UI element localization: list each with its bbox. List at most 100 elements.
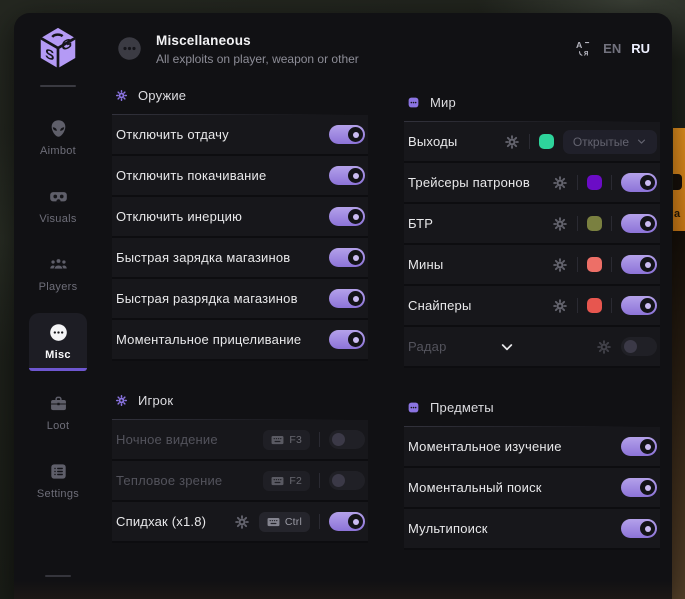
sidebar-item-loot[interactable]: Loot (29, 384, 87, 439)
sidebar-item-misc[interactable]: Misc (29, 313, 87, 371)
feature-row: Тепловое зрениеF2 (112, 461, 368, 502)
toggle-switch[interactable] (329, 471, 365, 490)
toggle-knob (640, 175, 655, 190)
ellipsis-icon (116, 35, 143, 62)
feature-row: Отключить инерцию (112, 197, 368, 238)
row-controls (329, 207, 365, 226)
section: ОружиеОтключить отдачуОтключить покачива… (112, 82, 368, 361)
row-label: Моментальное изучение (408, 439, 562, 454)
lang-en[interactable]: EN (603, 41, 621, 56)
toggle-switch[interactable] (329, 512, 365, 531)
page-header: Miscellaneous All exploits on player, we… (102, 13, 672, 66)
row-controls (552, 255, 657, 274)
toggle-switch[interactable] (621, 519, 657, 538)
sg-cube-logo: S G (35, 25, 81, 73)
hotkey-badge[interactable]: Ctrl (259, 512, 310, 532)
control-separator (577, 175, 578, 190)
toggle-knob (348, 291, 363, 306)
row-controls: Ctrl (234, 512, 365, 532)
feature-row: Моментальное прицеливание (112, 320, 368, 361)
game-edge-sign-glyph: а (674, 208, 680, 220)
gear-icon[interactable] (504, 134, 520, 150)
row-label: Радар (408, 339, 447, 354)
toggle-switch[interactable] (329, 330, 365, 349)
toggle-switch[interactable] (329, 166, 365, 185)
row-label: БТР (408, 216, 433, 231)
control-separator (611, 298, 612, 313)
dropdown-value: Открытые (573, 135, 629, 149)
dots-square-icon (407, 401, 420, 414)
feature-row: Моментальный поиск (404, 468, 660, 509)
toggle-knob (348, 209, 363, 224)
gear-icon[interactable] (234, 514, 250, 530)
row-label: Моментальный поиск (408, 480, 542, 495)
chevron-down-icon[interactable] (499, 339, 515, 355)
gear-icon[interactable] (552, 298, 568, 314)
feature-row: Ночное видение F3 (112, 420, 368, 461)
dropdown-select[interactable]: Открытые (563, 130, 657, 154)
toggle-switch[interactable] (621, 478, 657, 497)
toggle-knob (640, 216, 655, 231)
section-title: Предметы (430, 400, 494, 415)
color-swatch[interactable] (539, 134, 554, 149)
main-panel: Miscellaneous All exploits on player, we… (102, 13, 672, 599)
lang-ru[interactable]: RU (631, 41, 650, 56)
sidebar-item-players[interactable]: Players (29, 245, 87, 300)
alien-icon (48, 118, 69, 139)
row-label: Спидхак (x1.8) (116, 514, 206, 529)
row-label: Ночное видение (116, 432, 218, 447)
color-swatch[interactable] (587, 298, 602, 313)
gear-icon[interactable] (552, 216, 568, 232)
toggle-switch[interactable] (621, 296, 657, 315)
toggle-knob (348, 250, 363, 265)
row-controls: Открытые (504, 130, 657, 154)
toggle-switch[interactable] (621, 437, 657, 456)
sidebar-item-settings[interactable]: Settings (29, 452, 87, 507)
hotkey-badge[interactable]: F3 (263, 430, 310, 450)
gear-icon[interactable] (596, 339, 612, 355)
feature-row: Снайперы (404, 286, 660, 327)
toggle-switch[interactable] (329, 125, 365, 144)
game-edge-sign: а (673, 128, 685, 231)
sidebar-divider-top (40, 85, 76, 87)
toggle-switch[interactable] (329, 430, 365, 449)
toggle-switch[interactable] (329, 289, 365, 308)
row-controls (596, 337, 657, 356)
row-label: Трейсеры патронов (408, 175, 530, 190)
gear-icon[interactable] (552, 175, 568, 191)
control-separator (319, 432, 320, 447)
color-swatch[interactable] (587, 216, 602, 231)
row-controls: F3 (263, 430, 365, 450)
vr-goggles-icon (48, 186, 69, 207)
toggle-switch[interactable] (621, 173, 657, 192)
feature-row: Мины (404, 245, 660, 286)
feature-row: Быстрая разрядка магазинов (112, 279, 368, 320)
control-separator (577, 298, 578, 313)
sidebar-item-visuals[interactable]: Visuals (29, 177, 87, 232)
toggle-switch[interactable] (621, 337, 657, 356)
translate-icon[interactable]: A я (574, 39, 593, 58)
svg-text:S: S (45, 45, 54, 64)
sidebar-item-label: Visuals (39, 213, 76, 225)
hotkey-label: F3 (289, 434, 302, 446)
toggle-switch[interactable] (621, 255, 657, 274)
row-controls (329, 289, 365, 308)
toggle-switch[interactable] (329, 248, 365, 267)
column-right: МирВыходыОткрытыеТрейсеры патроновБТРМин… (404, 89, 660, 599)
sidebar-item-aimbot[interactable]: Aimbot (29, 109, 87, 164)
row-controls (329, 125, 365, 144)
svg-text:A: A (576, 40, 583, 50)
row-label: Снайперы (408, 298, 472, 313)
toggle-switch[interactable] (329, 207, 365, 226)
toggle-knob (624, 340, 637, 353)
sidebar-item-label: Aimbot (40, 145, 76, 157)
hotkey-badge[interactable]: F2 (263, 471, 310, 491)
color-swatch[interactable] (587, 257, 602, 272)
gear-icon[interactable] (552, 257, 568, 273)
color-swatch[interactable] (587, 175, 602, 190)
row-controls (329, 166, 365, 185)
page-title: Miscellaneous (156, 33, 359, 48)
toggle-knob (640, 439, 655, 454)
row-controls (621, 478, 657, 497)
toggle-switch[interactable] (621, 214, 657, 233)
